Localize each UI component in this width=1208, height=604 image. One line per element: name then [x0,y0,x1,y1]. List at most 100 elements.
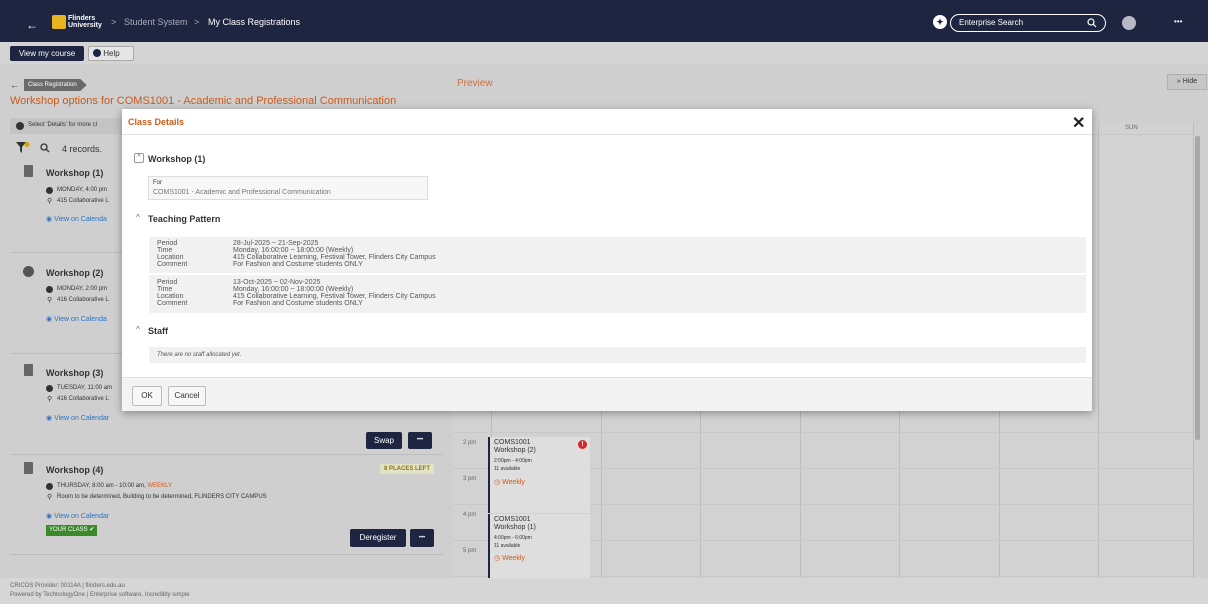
footer: CRICOS Provider: 00114A | flinders.edu.a… [0,578,1208,604]
more-menu-icon[interactable]: ••• [1174,17,1182,26]
workshop-name: Workshop (4) [46,465,104,475]
your-class-label: YOUR CLASS [49,527,88,533]
event-seats: 11 available [494,543,521,549]
collapse-pattern-icon[interactable]: ^ [136,213,140,222]
help-icon [93,49,101,57]
pattern-key: Location [157,254,184,261]
places-left-badge: 8 PLACES LEFT [380,464,435,474]
view-on-calendar-label: View on Calenda [54,216,107,223]
user-avatar[interactable] [1122,16,1136,30]
workshop-name: Workshop (3) [46,368,104,378]
document-icon [24,364,33,376]
workshop-name: Workshop (1) [46,168,104,178]
close-icon[interactable]: ✕ [1072,113,1085,133]
pattern-key: Comment [157,261,188,268]
workshop-frequency: WEEKLY [147,483,173,489]
logo-line2: University [68,22,102,29]
info-text: Select 'Details' for more cl [28,122,97,128]
workshop-location: 416 Collaborative L [57,297,109,303]
view-on-calendar-link[interactable]: ◉ View on Calendar [46,512,109,520]
accessibility-icon[interactable]: ✦ [933,15,947,29]
info-icon [16,122,24,130]
help-button[interactable]: Help [88,46,134,61]
cancel-button[interactable]: Cancel [168,386,206,406]
pattern-key: Period [157,279,178,286]
teaching-pattern-row: Period 13-Oct-2025 ~ 02-Nov-2025 Time Mo… [149,275,1086,313]
sub-toolbar: View my course Help [0,42,1208,64]
view-on-calendar-label: View on Calendar [54,415,110,422]
breadcrumb-sep-1: > [111,17,117,27]
more-options-button[interactable]: ••• [408,432,432,449]
workshop-time: MONDAY, 4:00 pm [57,187,108,193]
logo-line1: Flinders [68,15,96,22]
collapse-staff-icon[interactable]: ^ [136,325,140,334]
back-arrow-icon[interactable]: ← [10,80,19,90]
scrollbar[interactable] [1195,136,1200,440]
lock-icon [23,266,34,277]
hour-label: 2 pm [463,440,477,446]
search-placeholder: Enterprise Search [959,18,1024,27]
deregister-button[interactable]: Deregister [350,529,406,547]
view-my-course-button[interactable]: View my course [10,46,84,61]
divider [10,554,443,555]
event-name: Workshop (1) [494,524,536,531]
hide-button[interactable]: » Hide [1167,74,1207,90]
record-count: 4 records. [62,144,103,154]
workshop-location: 416 Collaborative L [57,396,109,402]
pattern-key: Location [157,293,184,300]
section-staff-title: Staff [148,326,168,336]
section-workshop-title: Workshop (1) [148,154,206,164]
hour-label: 4 pm [463,512,477,518]
hour-label: 5 pm [463,548,477,554]
staff-empty-row: There are no staff allocated yet. [149,347,1086,363]
back-arrow-icon[interactable]: ← [26,18,38,32]
help-label: Help [103,49,120,58]
check-icon: ✔ [89,527,95,533]
enterprise-search-input[interactable]: Enterprise Search [950,14,1106,32]
workshop-location: 415 Collaborative L [57,198,109,204]
filter-icon[interactable] [16,142,30,154]
divider [10,454,443,455]
search-icon[interactable] [40,143,50,153]
eye-icon: ◉ [46,316,53,323]
event-frequency: Weekly [502,555,525,562]
pattern-time: Monday, 16:00:00 ~ 18:00:00 (Weekly) [233,247,354,254]
section-teaching-pattern-title: Teaching Pattern [148,214,221,224]
swap-button[interactable]: Swap [366,432,402,449]
workshop-location: Room to be determined, Building to be de… [57,494,267,500]
workshop-name: Workshop (2) [46,268,104,278]
ok-button[interactable]: OK [132,386,162,406]
more-options-button[interactable]: ••• [410,529,434,547]
day-header-sun: SUN [1125,125,1138,131]
view-on-calendar-link[interactable]: ◉ View on Calenda [46,315,107,323]
calendar-event[interactable]: COMS1001 Workshop (1) 4:00pm - 6:00pm 11… [488,514,590,578]
search-icon[interactable] [1087,18,1097,28]
pattern-time: Monday, 16:00:00 ~ 18:00:00 (Weekly) [233,286,354,293]
class-details-dialog: Class Details ✕ ^ Workshop (1) For COMS1… [122,109,1092,411]
pattern-comment: For Fashion and Costume students ONLY [233,300,363,307]
view-on-calendar-label: View on Calenda [54,316,107,323]
hour-label: 3 pm [463,476,477,482]
your-class-badge: YOUR CLASS ✔ [46,525,98,536]
pattern-period: 28-Jul-2025 ~ 21-Sep-2025 [233,240,319,247]
preview-title: Preview [457,78,493,89]
page-title: Workshop options for COMS1001 - Academic… [10,95,397,107]
class-registration-crumb[interactable]: Class Registration [24,79,87,91]
event-code: COMS1001 [494,516,531,523]
dialog-header: Class Details ✕ [122,109,1092,135]
breadcrumb-sep-2: > [194,17,200,27]
location-pin-icon: ⚲ [47,494,53,501]
collapse-workshop-icon[interactable]: ^ [134,153,144,163]
calendar-event[interactable]: COMS1001 Workshop (2) 2:00pm - 4:00pm 11… [488,437,590,513]
location-pin-icon: ⚲ [47,396,53,403]
view-on-calendar-link[interactable]: ◉ View on Calendar [46,414,109,422]
hide-label: Hide [1182,78,1198,85]
dialog-title: Class Details [128,117,185,127]
view-on-calendar-link[interactable]: ◉ View on Calenda [46,215,107,223]
clock-icon [46,187,53,194]
pattern-key: Time [157,286,173,293]
breadcrumb-student-system[interactable]: Student System [124,17,188,27]
conflict-warning-icon[interactable]: ! [578,440,587,449]
event-time: 2:00pm - 4:00pm [494,458,532,464]
clock-icon: ◷ [494,479,501,486]
